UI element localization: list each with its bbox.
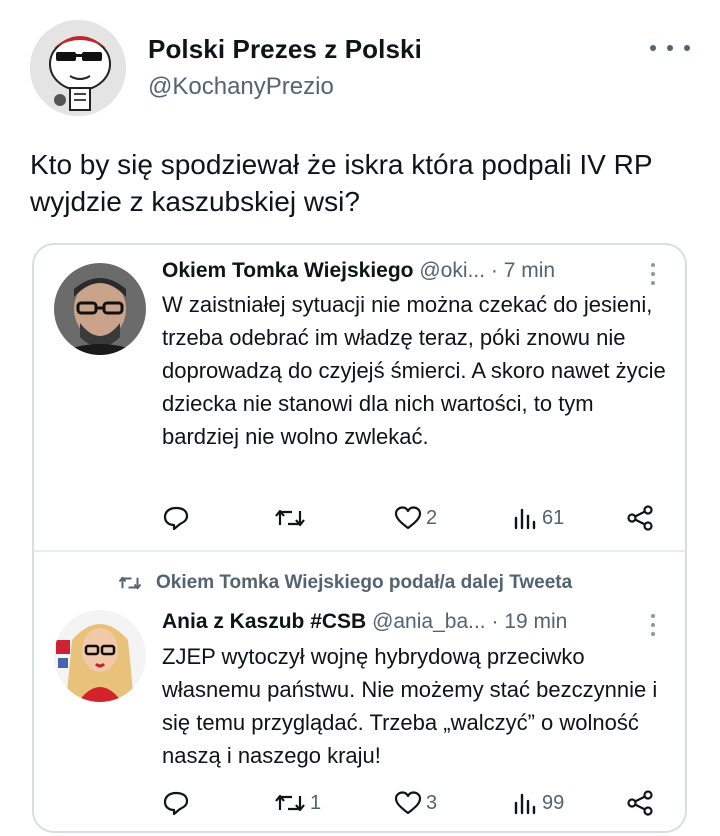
- retweet-icon: [118, 576, 142, 590]
- quoted-author-handle[interactable]: @oki...: [419, 259, 485, 282]
- retweet-icon: [275, 794, 305, 812]
- reply-icon: [163, 506, 189, 531]
- share-button[interactable]: [626, 788, 654, 818]
- retweet-count: 1: [310, 791, 322, 814]
- views-button[interactable]: 61: [512, 503, 564, 533]
- quoted-tweet-header: Okiem Tomka Wiejskiego @oki... · 7 min: [162, 259, 555, 283]
- retweeted-by-line[interactable]: Okiem Tomka Wiejskiego podał/a dalej Twe…: [118, 572, 572, 594]
- tweet-actions: 1 3 99: [162, 788, 662, 818]
- views-icon: [514, 793, 536, 815]
- quoted-author-name[interactable]: Okiem Tomka Wiejskiego: [162, 259, 414, 282]
- like-button[interactable]: 2: [394, 503, 437, 533]
- views-count: 99: [542, 791, 565, 814]
- heart-icon: [394, 506, 422, 530]
- share-icon: [627, 505, 653, 531]
- quoted-tweet-text: W zaistniałej sytuacji nie można czekać …: [162, 292, 666, 449]
- quoted-tweet-time[interactable]: · 19 min: [491, 610, 567, 633]
- quoted-tweet[interactable]: Okiem Tomka Wiejskiego podał/a dalej Twe…: [34, 552, 685, 831]
- views-icon: [514, 508, 536, 530]
- quoted-author-handle[interactable]: @ania_ba...: [372, 610, 486, 633]
- more-vertical-icon[interactable]: [651, 614, 657, 636]
- quoted-author-avatar[interactable]: [54, 610, 146, 702]
- share-button[interactable]: [626, 503, 654, 533]
- reply-icon: [163, 791, 189, 816]
- share-icon: [627, 790, 653, 816]
- retweet-button[interactable]: 1: [274, 788, 321, 818]
- quoted-tweet[interactable]: Okiem Tomka Wiejskiego @oki... · 7 min W…: [34, 245, 685, 550]
- retweet-button[interactable]: [274, 503, 310, 533]
- author-display-name[interactable]: Polski Prezes z Polski: [148, 34, 422, 65]
- tweet-actions: 2 61: [162, 503, 662, 533]
- reply-button[interactable]: [162, 788, 190, 818]
- quoted-tweet-header: Ania z Kaszub #CSB @ania_ba... · 19 min: [162, 610, 567, 634]
- heart-icon: [394, 791, 422, 815]
- quoted-author-avatar[interactable]: [54, 263, 146, 355]
- quoted-tweet-card[interactable]: Okiem Tomka Wiejskiego @oki... · 7 min W…: [32, 243, 687, 833]
- quoted-author-name[interactable]: Ania z Kaszub #CSB: [162, 610, 366, 633]
- more-horizontal-icon[interactable]: [650, 38, 690, 58]
- tweet-text: Kto by się spodziewał że iskra która pod…: [30, 149, 653, 217]
- more-vertical-icon[interactable]: [651, 263, 657, 285]
- retweeted-by-text: Okiem Tomka Wiejskiego podał/a dalej Twe…: [156, 572, 573, 593]
- views-button[interactable]: 99: [512, 788, 564, 818]
- quoted-tweet-time[interactable]: · 7 min: [491, 259, 555, 282]
- tweet-header: Polski Prezes z Polski @KochanyPrezio: [30, 20, 700, 120]
- like-count: 3: [426, 791, 438, 814]
- author-handle[interactable]: @KochanyPrezio: [148, 73, 334, 101]
- author-avatar[interactable]: [30, 20, 126, 116]
- quoted-tweet-text: ZJEP wytoczył wojnę hybrydową przeciwko …: [162, 644, 658, 768]
- retweet-icon: [275, 509, 305, 527]
- like-button[interactable]: 3: [394, 788, 437, 818]
- views-count: 61: [542, 506, 565, 529]
- like-count: 2: [426, 506, 438, 529]
- reply-button[interactable]: [162, 503, 190, 533]
